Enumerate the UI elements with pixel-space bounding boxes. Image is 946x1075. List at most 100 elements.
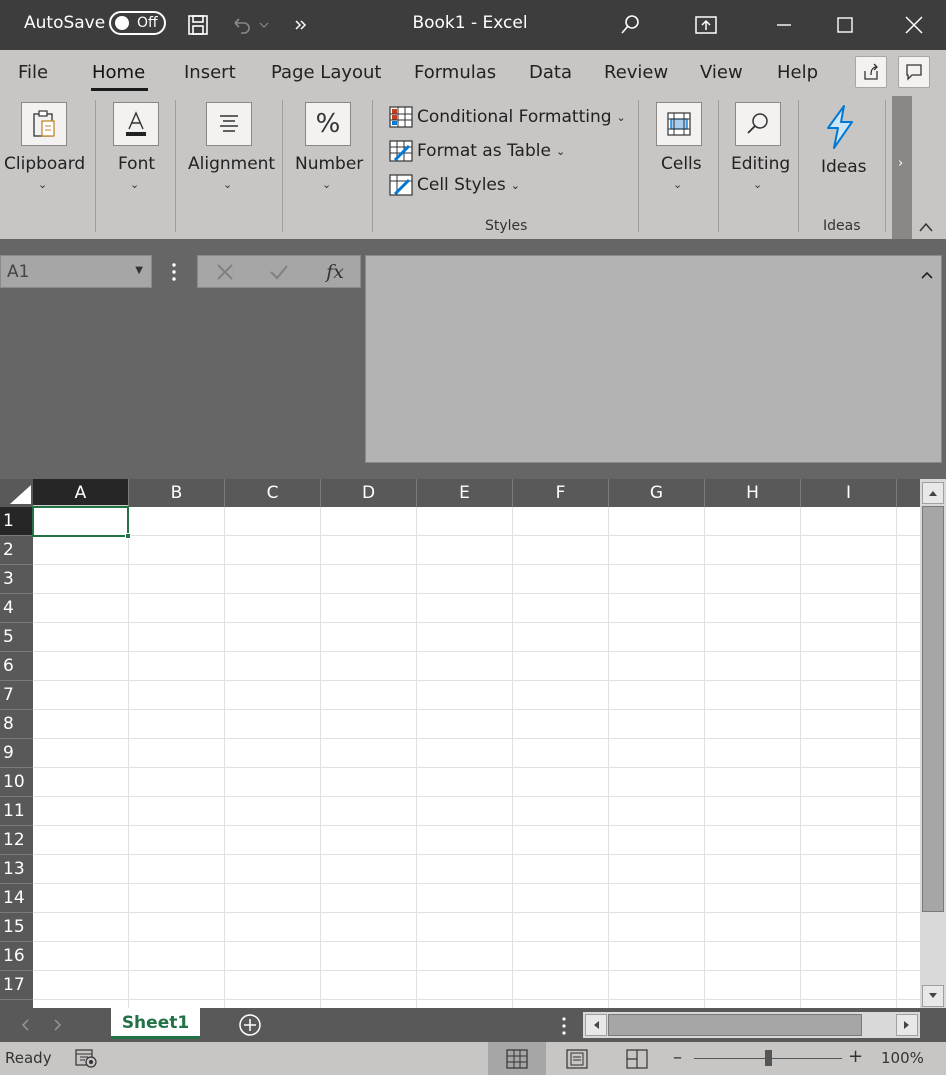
collapse-ribbon-icon[interactable] (918, 218, 938, 236)
autosave-toggle[interactable]: Off (109, 11, 166, 35)
close-icon[interactable] (884, 0, 944, 50)
scroll-right-icon[interactable] (896, 1014, 918, 1036)
more-commands-icon[interactable] (286, 10, 316, 40)
clipboard-chevron-icon[interactable]: ⌄ (38, 178, 47, 191)
row-header[interactable]: 10 (0, 768, 33, 797)
zoom-slider-knob[interactable] (765, 1050, 772, 1066)
alignment-label[interactable]: Alignment (188, 154, 275, 174)
previous-sheet-icon[interactable] (20, 1017, 34, 1033)
macro-recording-icon[interactable] (74, 1047, 98, 1073)
fill-handle[interactable] (125, 533, 131, 539)
vertical-scrollbar[interactable] (920, 479, 946, 1008)
row-header[interactable]: 16 (0, 942, 33, 971)
next-sheet-icon[interactable] (53, 1017, 67, 1033)
tab-insert[interactable]: Insert (184, 62, 236, 83)
zoom-level[interactable]: 100% (881, 1049, 924, 1067)
column-header[interactable]: G (609, 479, 705, 507)
selected-cell[interactable] (32, 506, 131, 539)
conditional-formatting-button[interactable]: Conditional Formatting ⌄ (389, 104, 626, 130)
row-header[interactable]: 9 (0, 739, 33, 768)
select-all-button[interactable] (0, 479, 33, 507)
row-header[interactable]: 1 (0, 507, 33, 536)
tab-page-layout[interactable]: Page Layout (271, 62, 382, 83)
row-header[interactable]: 13 (0, 855, 33, 884)
comments-icon[interactable] (898, 56, 930, 88)
font-button[interactable] (113, 102, 159, 146)
cell-styles-button[interactable]: Cell Styles ⌄ (389, 172, 520, 198)
ribbon-display-icon[interactable] (676, 0, 736, 50)
editing-label[interactable]: Editing (731, 154, 790, 174)
vertical-scroll-thumb[interactable] (922, 506, 944, 912)
undo-icon[interactable] (226, 10, 256, 40)
maximize-icon[interactable] (815, 0, 875, 50)
cells-label[interactable]: Cells (661, 154, 702, 174)
sheet-tab-sheet1[interactable]: Sheet1 (111, 1008, 200, 1039)
share-icon[interactable] (855, 56, 887, 88)
page-layout-view-icon[interactable] (548, 1042, 606, 1075)
cells-chevron-icon[interactable]: ⌄ (673, 178, 682, 191)
tab-home[interactable]: Home (92, 62, 145, 83)
tab-review[interactable]: Review (604, 62, 668, 83)
formula-input[interactable] (365, 255, 942, 463)
tab-formulas[interactable]: Formulas (414, 62, 496, 83)
insert-function-button[interactable]: fx (320, 260, 350, 284)
number-button[interactable]: % (305, 102, 351, 146)
add-sheet-icon[interactable] (238, 1013, 262, 1037)
scroll-down-icon[interactable] (922, 985, 944, 1007)
number-chevron-icon[interactable]: ⌄ (322, 178, 331, 191)
clipboard-label[interactable]: Clipboard (4, 154, 85, 174)
horizontal-scrollbar[interactable] (583, 1012, 920, 1038)
alignment-button[interactable] (206, 102, 252, 146)
row-header[interactable]: 5 (0, 623, 33, 652)
row-header[interactable]: 3 (0, 565, 33, 594)
alignment-chevron-icon[interactable]: ⌄ (223, 178, 232, 191)
editing-chevron-icon[interactable]: ⌄ (753, 178, 762, 191)
row-header[interactable]: 8 (0, 710, 33, 739)
name-box[interactable]: A1 ▼ (0, 255, 152, 288)
cells-button[interactable] (656, 102, 702, 146)
scroll-left-icon[interactable] (585, 1014, 607, 1036)
collapse-formula-bar-icon[interactable] (921, 264, 933, 283)
minimize-icon[interactable] (754, 0, 814, 50)
column-header[interactable]: E (417, 479, 513, 507)
column-header[interactable]: I (801, 479, 897, 507)
zoom-in-icon[interactable]: + (848, 1046, 863, 1067)
ideas-button[interactable] (820, 104, 864, 150)
row-header[interactable]: 14 (0, 884, 33, 913)
cells-area[interactable] (32, 506, 920, 1008)
row-header[interactable]: 11 (0, 797, 33, 826)
clipboard-button[interactable] (21, 102, 67, 146)
font-label[interactable]: Font (118, 154, 155, 174)
scroll-up-icon[interactable] (922, 482, 944, 504)
row-header[interactable]: 17 (0, 971, 33, 1000)
tab-view[interactable]: View (700, 62, 743, 83)
enter-icon[interactable] (266, 260, 292, 284)
row-header[interactable]: 4 (0, 594, 33, 623)
more-options-icon[interactable] (168, 261, 180, 283)
tab-help[interactable]: Help (777, 62, 818, 83)
column-header[interactable]: D (321, 479, 417, 507)
row-header[interactable]: 2 (0, 536, 33, 565)
format-as-table-button[interactable]: Format as Table ⌄ (389, 138, 565, 164)
row-header[interactable]: 6 (0, 652, 33, 681)
tab-data[interactable]: Data (529, 62, 572, 83)
editing-button[interactable] (735, 102, 781, 146)
column-header[interactable]: C (225, 479, 321, 507)
cancel-icon[interactable] (212, 260, 238, 284)
page-break-preview-icon[interactable] (608, 1042, 666, 1075)
column-header[interactable]: H (705, 479, 801, 507)
column-header[interactable]: B (129, 479, 225, 507)
undo-dropdown-icon[interactable] (254, 10, 274, 40)
tab-split-handle-icon[interactable] (560, 1016, 568, 1036)
column-header[interactable]: F (513, 479, 609, 507)
tab-file[interactable]: File (18, 62, 48, 83)
horizontal-scroll-thumb[interactable] (608, 1014, 862, 1036)
normal-view-icon[interactable] (488, 1042, 546, 1075)
search-icon[interactable] (600, 0, 660, 50)
save-icon[interactable] (183, 10, 213, 40)
ideas-label[interactable]: Ideas (821, 157, 867, 177)
font-chevron-icon[interactable]: ⌄ (130, 178, 139, 191)
number-label[interactable]: Number (295, 154, 363, 174)
row-header[interactable]: 15 (0, 913, 33, 942)
row-header[interactable]: 12 (0, 826, 33, 855)
